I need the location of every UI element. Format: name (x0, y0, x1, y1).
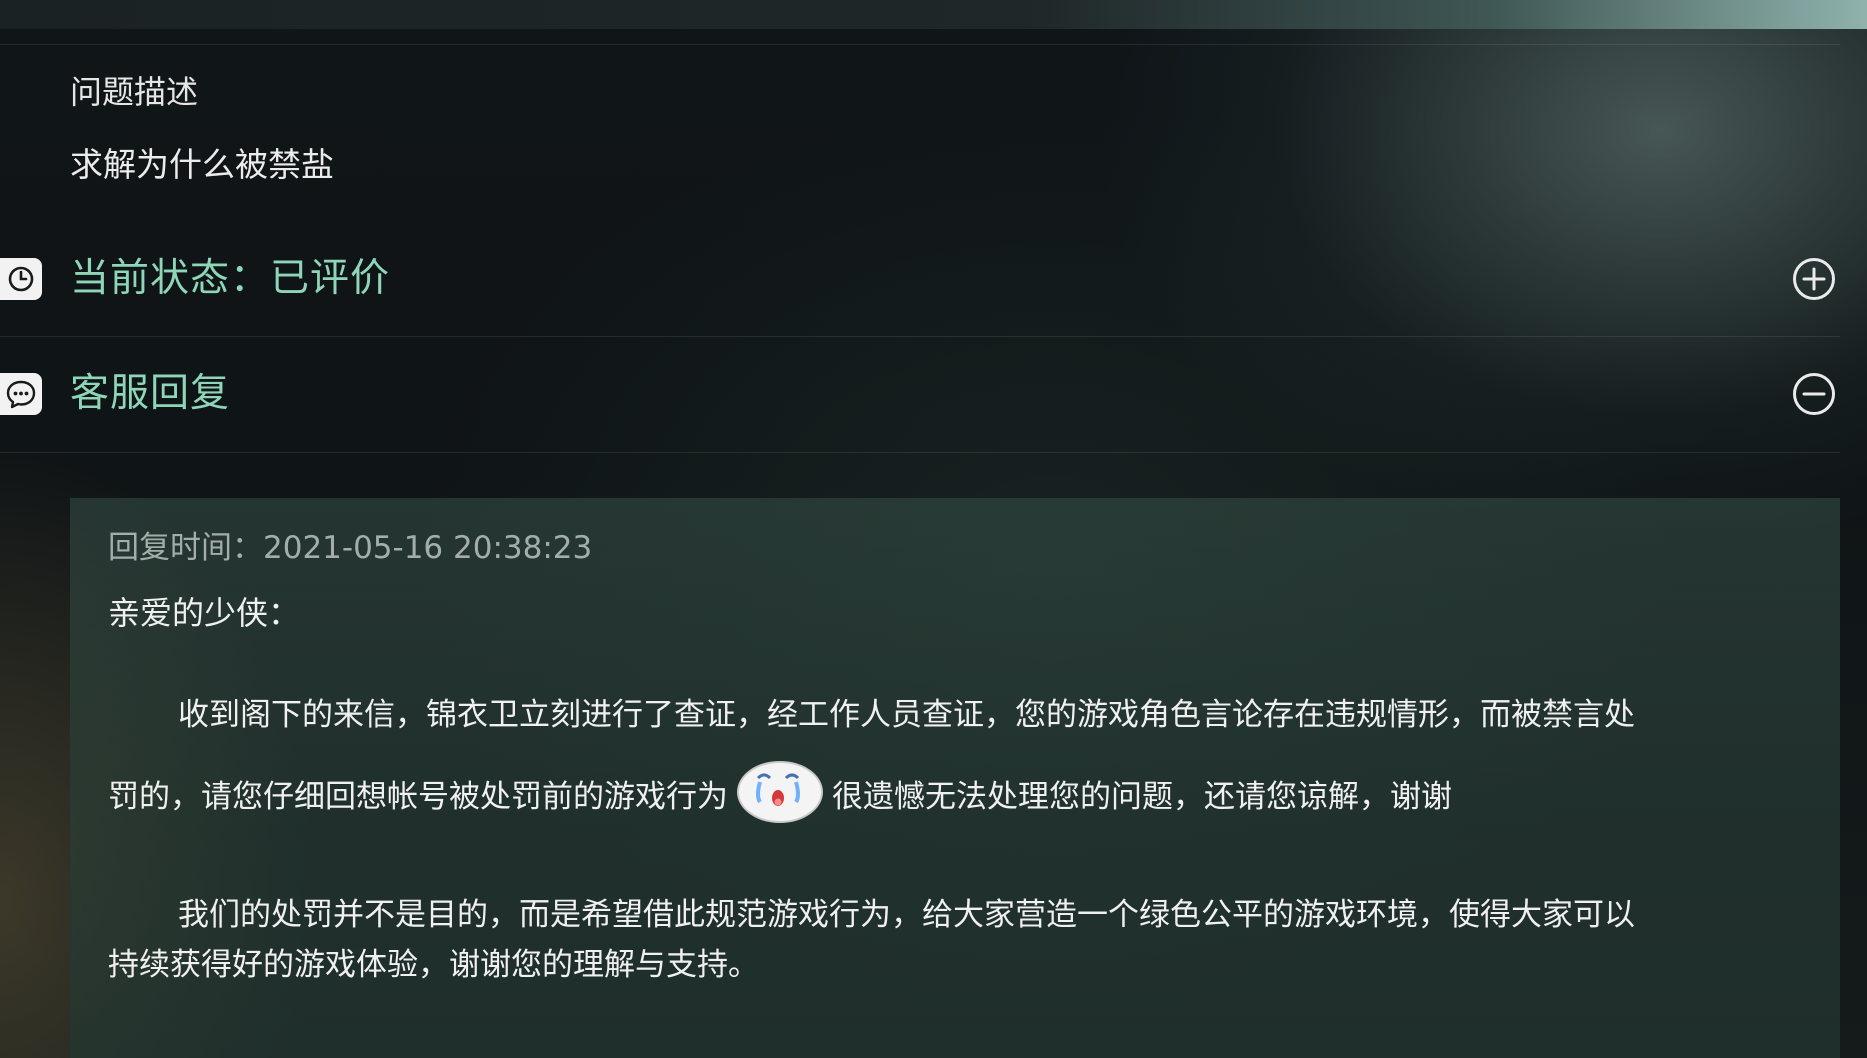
reply-paragraph-2-line-1: 我们的处罚并不是目的，而是希望借此规范游戏行为，给大家营造一个绿色公平的游戏环境… (178, 897, 1635, 933)
service-reply-title: 客服回复 (70, 371, 231, 416)
description-label: 问题描述 (70, 73, 199, 111)
reply-text-segment: 罚的，请您仔细回想帐号被处罚前的游戏行为 (108, 779, 728, 815)
description-text: 求解为什么被禁盐 (70, 145, 334, 184)
expand-status-button[interactable] (1792, 257, 1836, 301)
service-reply-section: 客服回复 (0, 355, 1867, 435)
top-bar (0, 0, 1867, 29)
reply-text-segment: 很遗憾无法处理您的问题，还请您谅解，谢谢 (832, 779, 1452, 815)
crying-face-emoji-icon (736, 752, 826, 826)
minus-circle-icon (1793, 373, 1835, 415)
reply-greeting: 亲爱的少侠： (108, 594, 301, 632)
chat-bubble-icon (0, 373, 42, 415)
status-title: 当前状态：已评价 (70, 256, 391, 301)
status-section: 当前状态：已评价 (0, 240, 1867, 320)
divider (0, 44, 1840, 45)
plus-circle-icon (1793, 258, 1835, 300)
reply-content-box: 回复时间：2021-05-16 20:38:23 亲爱的少侠： 收到阁下的来信，… (70, 498, 1840, 1058)
clock-icon (0, 258, 42, 300)
reply-paragraph-1-line-1: 收到阁下的来信，锦衣卫立刻进行了查证，经工作人员查证，您的游戏角色言论存在违规情… (178, 697, 1635, 733)
divider (0, 336, 1840, 337)
reply-paragraph-1-line-2: 罚的，请您仔细回想帐号被处罚前的游戏行为 很遗憾无法处理您的问题，还请您谅解，谢… (108, 760, 1828, 836)
reply-paragraph-2-line-2: 持续获得好的游戏体验，谢谢您的理解与支持。 (108, 947, 759, 983)
collapse-reply-button[interactable] (1792, 372, 1836, 416)
divider (0, 452, 1840, 453)
reply-time: 回复时间：2021-05-16 20:38:23 (108, 530, 593, 566)
